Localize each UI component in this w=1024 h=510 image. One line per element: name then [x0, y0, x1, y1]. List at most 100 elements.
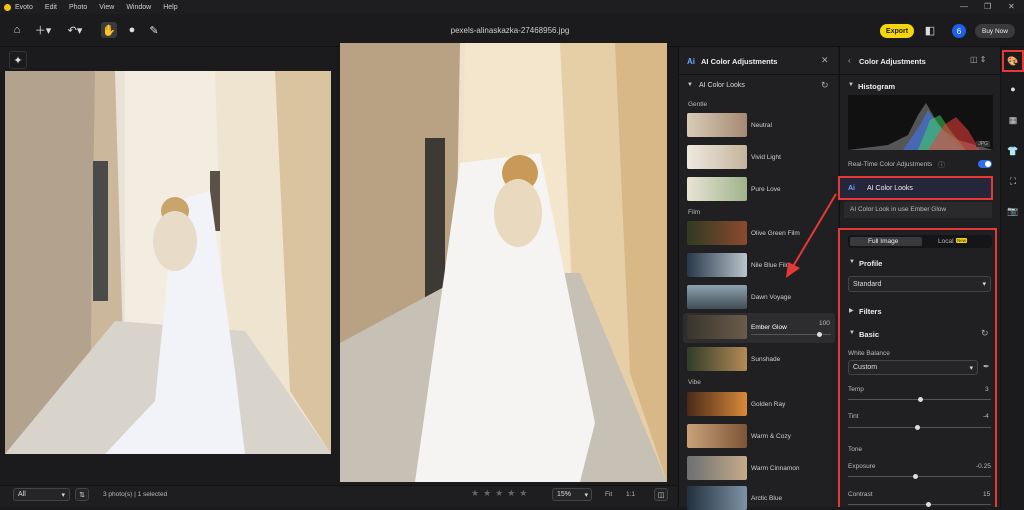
menu-view[interactable]: View — [99, 4, 114, 11]
avatar[interactable]: 6 — [952, 24, 966, 38]
tab-local[interactable]: Local — [938, 238, 954, 245]
filter-select-value: All — [18, 491, 26, 498]
look-label: Warm Cinnamon — [751, 464, 800, 472]
expand-icon[interactable]: ▶ — [849, 307, 854, 314]
collapse-icon[interactable]: ▼ — [849, 330, 855, 336]
menu-evoto[interactable]: Evoto — [15, 4, 33, 11]
ai-look-status: AI Color Look in use Ember Glow — [844, 202, 992, 218]
chevron-down-icon: ▾ — [584, 491, 588, 499]
close-window-icon[interactable]: ✕ — [1008, 2, 1015, 11]
zoom-select[interactable]: 15% ▾ — [552, 488, 592, 501]
zoom-value: 15% — [557, 491, 572, 498]
color-adjustments-panel: ‹ Color Adjustments ◫ ⇕ ▼ Histogram JPG … — [838, 47, 1001, 507]
profile-value: Standard — [853, 280, 882, 288]
look-thumbnail — [687, 145, 747, 169]
contrast-knob[interactable] — [926, 502, 931, 507]
look-item-ember-glow[interactable]: Ember Glow — [687, 315, 833, 339]
menu-photo[interactable]: Photo — [69, 4, 87, 11]
minimize-icon[interactable]: — — [960, 2, 968, 11]
new-badge: New — [956, 238, 968, 243]
photo-original — [5, 71, 331, 454]
camera-icon[interactable]: 📷 — [1007, 205, 1019, 217]
clothing-icon[interactable]: 👕 — [1007, 145, 1019, 157]
file-name: pexels-alinaskazka-27468956.jpg — [450, 26, 570, 35]
menu-help[interactable]: Help — [163, 4, 177, 11]
realtime-toggle[interactable] — [978, 160, 992, 168]
chevron-down-icon: ▾ — [969, 364, 973, 372]
look-label: Neutral — [751, 121, 772, 129]
add-icon[interactable]: ＋▾ — [34, 22, 52, 38]
histogram: JPG — [848, 95, 993, 150]
palette-icon[interactable]: 🎨 — [1007, 55, 1019, 67]
panel-toggle-icon[interactable]: ◧ — [922, 22, 938, 38]
profile-select[interactable]: Standard ▾ — [848, 276, 991, 292]
look-item-golden-ray[interactable]: Golden Ray — [687, 392, 833, 416]
home-icon[interactable]: ⌂ — [9, 22, 25, 38]
temp-knob[interactable] — [918, 397, 923, 402]
face-icon[interactable]: ● — [1007, 83, 1019, 95]
white-balance-select[interactable]: Custom ▾ — [848, 360, 978, 375]
tab-bar: Full Image Local New — [848, 235, 992, 248]
star-rating[interactable]: ★★★★★ — [471, 488, 531, 499]
collapse-icon[interactable]: ▼ — [687, 82, 693, 88]
contrast-slider[interactable] — [848, 504, 991, 505]
look-label: Golden Ray — [751, 400, 786, 408]
tint-knob[interactable] — [915, 425, 920, 430]
info-icon[interactable]: ⓘ — [938, 160, 945, 170]
compare-view-icon[interactable]: ◫ — [654, 488, 668, 501]
layout-icon[interactable]: ◫ ⇕ — [970, 55, 986, 64]
histogram-label: Histogram — [858, 82, 896, 91]
ai-looks-label: AI Color Looks — [867, 185, 913, 192]
undo-icon[interactable]: ↶▾ — [66, 22, 84, 38]
look-item-neutral[interactable]: Neutral — [687, 113, 833, 137]
chevron-down-icon: ▾ — [982, 281, 986, 288]
look-thumbnail — [687, 253, 747, 277]
ratio-button[interactable]: 1:1 — [626, 491, 635, 498]
crop-icon[interactable]: ⛶ — [1007, 175, 1019, 187]
look-label: Dawn Voyage — [751, 293, 792, 301]
look-item-vivid-light[interactable]: Vivid Light — [687, 145, 833, 169]
ai-enhance-icon[interactable]: ✦ — [9, 51, 27, 69]
look-item-dawn-voyage[interactable]: Dawn Voyage — [687, 285, 833, 309]
background-icon[interactable]: ▦ — [1007, 114, 1019, 126]
collapse-icon[interactable]: ▼ — [849, 259, 855, 265]
fit-button[interactable]: Fit — [605, 491, 612, 498]
look-thumbnail — [687, 315, 747, 339]
menu-window[interactable]: Window — [126, 4, 151, 11]
reset-icon[interactable]: ↻ — [981, 328, 989, 339]
brush-tool-icon[interactable]: ✎ — [146, 22, 162, 38]
category-film: Film — [688, 209, 701, 216]
tone-label: Tone — [848, 446, 863, 453]
filter-select[interactable]: All ▾ — [13, 488, 70, 501]
close-icon[interactable]: ✕ — [821, 55, 829, 66]
collapse-icon[interactable]: ▼ — [848, 82, 854, 88]
buy-now-button[interactable]: Buy Now — [975, 24, 1015, 38]
look-label: Warm & Cozy — [751, 432, 791, 440]
exposure-knob[interactable] — [913, 474, 918, 479]
restore-icon[interactable]: ❐ — [984, 2, 991, 11]
back-icon[interactable]: ‹ — [848, 56, 851, 65]
menu-edit[interactable]: Edit — [45, 4, 57, 11]
mask-tool-icon[interactable]: ● — [124, 22, 140, 38]
panel-title: AI Color Adjustments — [701, 57, 778, 66]
look-item-sunshade[interactable]: Sunshade — [687, 347, 833, 371]
look-strength-knob[interactable] — [816, 332, 822, 337]
reset-icon[interactable]: ↻ — [821, 80, 829, 91]
look-item-warm-cozy[interactable]: Warm & Cozy — [687, 424, 833, 448]
ai-icon: Ai — [848, 185, 855, 192]
hand-tool-icon[interactable]: ✋ — [101, 22, 117, 38]
chevron-down-icon: ▾ — [61, 491, 65, 499]
look-thumbnail — [687, 113, 747, 137]
export-button[interactable]: Export — [880, 24, 914, 38]
tab-full-image[interactable]: Full Image — [850, 237, 922, 246]
eyedropper-icon[interactable]: ✒ — [983, 362, 990, 371]
ai-color-looks-row[interactable]: Ai AI Color Looks — [838, 176, 993, 200]
look-item-warm-cinnamon[interactable]: Warm Cinnamon — [687, 456, 833, 480]
section-title: AI Color Looks — [699, 82, 745, 89]
exposure-slider[interactable] — [848, 476, 991, 477]
sort-icon[interactable]: ⇅ — [75, 488, 89, 501]
look-item-arctic-blue[interactable]: Arctic Blue — [687, 486, 833, 510]
look-thumbnail — [687, 456, 747, 480]
panel-title: Color Adjustments — [859, 57, 926, 66]
realtime-label: Real-Time Color Adjustments — [848, 161, 933, 168]
